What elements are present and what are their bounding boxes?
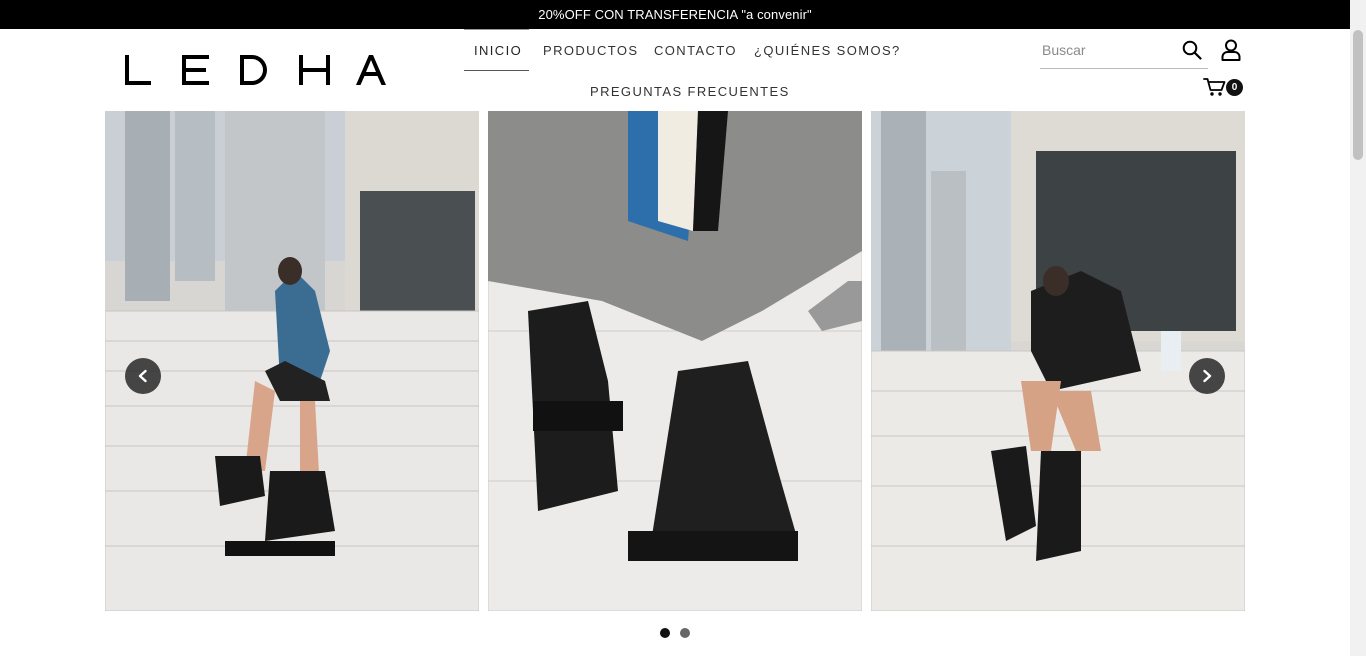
nav-item-productos[interactable]: PRODUCTOS [543, 43, 638, 58]
announcement-bar: 20%OFF CON TRANSFERENCIA "a convenir" [0, 0, 1350, 29]
user-icon[interactable] [1221, 39, 1241, 66]
scrollbar-thumb[interactable] [1353, 30, 1363, 160]
carousel-dot[interactable] [680, 628, 690, 638]
brand-logo-mark [125, 55, 386, 85]
search-icon[interactable] [1182, 40, 1202, 65]
nav-item-quienes-somos[interactable]: ¿QUIÉNES SOMOS? [754, 43, 901, 58]
slide-photo-boots-closeup [488, 111, 862, 611]
slide-photo-western-boots [871, 111, 1245, 611]
slide-photo-woman-sitting-stairs [105, 111, 479, 611]
carousel-slide-image[interactable] [105, 111, 479, 611]
nav-item-inicio[interactable]: INICIO [474, 43, 522, 58]
page-scrollbar[interactable] [1350, 0, 1366, 656]
cart-icon[interactable] [1203, 77, 1227, 102]
carousel-slide-image[interactable] [871, 111, 1245, 611]
chevron-right-icon [1203, 369, 1212, 383]
brand-logo[interactable]: L [124, 52, 386, 88]
announcement-text: 20%OFF CON TRANSFERENCIA "a convenir" [538, 7, 812, 22]
chevron-left-icon [138, 369, 147, 383]
search-input[interactable] [1040, 36, 1170, 64]
carousel-next-button[interactable] [1189, 358, 1225, 394]
carousel-prev-button[interactable] [125, 358, 161, 394]
nav-item-preguntas-frecuentes[interactable]: PREGUNTAS FRECUENTES [590, 84, 790, 99]
carousel-slide-image[interactable] [488, 111, 862, 611]
nav-item-contacto[interactable]: CONTACTO [654, 43, 737, 58]
cart-count-badge: 0 [1226, 79, 1243, 96]
carousel-dot[interactable] [660, 628, 670, 638]
carousel-pagination [660, 628, 690, 638]
